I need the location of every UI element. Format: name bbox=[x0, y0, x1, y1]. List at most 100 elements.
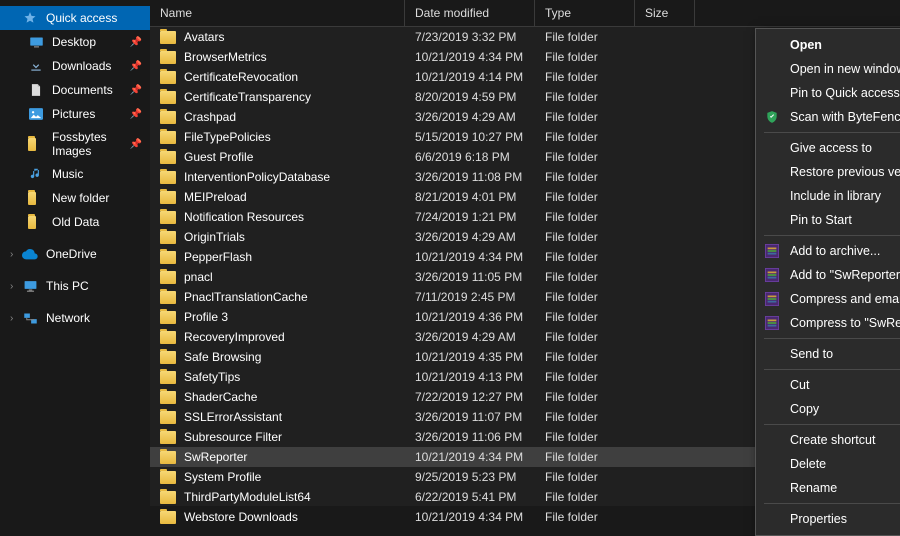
column-type[interactable]: Type bbox=[535, 0, 635, 26]
network-icon bbox=[22, 310, 38, 326]
file-name: System Profile bbox=[184, 470, 261, 484]
file-type: File folder bbox=[535, 348, 635, 366]
ctx-delete[interactable]: Delete bbox=[756, 452, 900, 476]
ctx-open[interactable]: Open bbox=[756, 33, 900, 57]
sidebar-item-label: Downloads bbox=[52, 59, 111, 73]
file-date: 10/21/2019 4:36 PM bbox=[405, 308, 535, 326]
item-icon bbox=[28, 58, 44, 74]
column-headers: Name Date modified Type Size bbox=[150, 0, 900, 27]
file-type: File folder bbox=[535, 428, 635, 446]
file-type: File folder bbox=[535, 508, 635, 526]
file-name: RecoveryImproved bbox=[184, 330, 285, 344]
file-type: File folder bbox=[535, 88, 635, 106]
item-icon bbox=[28, 214, 44, 230]
folder-icon bbox=[160, 351, 176, 364]
folder-icon bbox=[160, 251, 176, 264]
archive-icon bbox=[764, 315, 780, 331]
network-root[interactable]: › Network bbox=[0, 306, 150, 330]
ctx-pin-start[interactable]: Pin to Start bbox=[756, 208, 900, 232]
sidebar-item-label: Fossbytes Images bbox=[52, 130, 140, 158]
ctx-open-new-label: Open in new window bbox=[790, 62, 900, 76]
folder-icon bbox=[160, 151, 176, 164]
ctx-include-lib-label: Include in library bbox=[790, 189, 881, 203]
folder-icon bbox=[160, 211, 176, 224]
sidebar-item[interactable]: Pictures📌 bbox=[0, 102, 150, 126]
ctx-pin-quick-label: Pin to Quick access bbox=[790, 86, 900, 100]
sidebar-item[interactable]: Desktop📌 bbox=[0, 30, 150, 54]
ctx-properties-label: Properties bbox=[790, 512, 847, 526]
ctx-compress-rar-email[interactable]: Compress to "SwReporter.rar" and email bbox=[756, 311, 900, 335]
file-type: File folder bbox=[535, 268, 635, 286]
ctx-restore-label: Restore previous versions bbox=[790, 165, 900, 179]
file-name: Guest Profile bbox=[184, 150, 253, 164]
ctx-scan-label: Scan with ByteFence Anti-Malware... bbox=[790, 110, 900, 124]
ctx-add-archive-label: Add to archive... bbox=[790, 244, 880, 258]
file-name: Safe Browsing bbox=[184, 350, 261, 364]
file-type: File folder bbox=[535, 48, 635, 66]
sidebar-item[interactable]: Fossbytes Images📌 bbox=[0, 126, 150, 162]
onedrive-root[interactable]: › OneDrive bbox=[0, 242, 150, 266]
file-type: File folder bbox=[535, 368, 635, 386]
this-pc-root[interactable]: › This PC bbox=[0, 274, 150, 298]
ctx-add-archive[interactable]: Add to archive... bbox=[756, 239, 900, 263]
folder-icon bbox=[160, 51, 176, 64]
ctx-scan-bytefence[interactable]: Scan with ByteFence Anti-Malware... bbox=[756, 105, 900, 129]
ctx-pin-quick-access[interactable]: Pin to Quick access bbox=[756, 81, 900, 105]
file-name: pnacl bbox=[184, 270, 213, 284]
file-name: OriginTrials bbox=[184, 230, 245, 244]
ctx-copy[interactable]: Copy bbox=[756, 397, 900, 421]
folder-icon bbox=[160, 171, 176, 184]
quick-access-root[interactable]: Quick access bbox=[0, 6, 150, 30]
folder-icon bbox=[160, 451, 176, 464]
ctx-add-rar[interactable]: Add to "SwReporter.rar" bbox=[756, 263, 900, 287]
folder-icon bbox=[160, 491, 176, 504]
ctx-give-access[interactable]: Give access to❯ bbox=[756, 136, 900, 160]
ctx-restore-versions[interactable]: Restore previous versions bbox=[756, 160, 900, 184]
folder-icon bbox=[160, 131, 176, 144]
column-size[interactable]: Size bbox=[635, 0, 695, 26]
file-type: File folder bbox=[535, 148, 635, 166]
folder-icon bbox=[160, 471, 176, 484]
sidebar-item[interactable]: Music bbox=[0, 162, 150, 186]
column-date[interactable]: Date modified bbox=[405, 0, 535, 26]
ctx-rename[interactable]: Rename bbox=[756, 476, 900, 500]
ctx-include-library[interactable]: Include in library❯ bbox=[756, 184, 900, 208]
sidebar-item-label: Music bbox=[52, 167, 83, 181]
file-date: 3/26/2019 11:05 PM bbox=[405, 268, 535, 286]
file-name: ThirdPartyModuleList64 bbox=[184, 490, 311, 504]
column-name[interactable]: Name bbox=[150, 0, 405, 26]
ctx-open-new-window[interactable]: Open in new window bbox=[756, 57, 900, 81]
star-icon bbox=[22, 10, 38, 26]
separator bbox=[764, 338, 900, 339]
file-date: 6/6/2019 6:18 PM bbox=[405, 148, 535, 166]
cloud-icon bbox=[22, 246, 38, 262]
sidebar-item-label: New folder bbox=[52, 191, 109, 205]
item-icon bbox=[28, 82, 44, 98]
file-date: 8/20/2019 4:59 PM bbox=[405, 88, 535, 106]
file-name: Webstore Downloads bbox=[184, 510, 298, 524]
folder-icon bbox=[160, 191, 176, 204]
file-name: Avatars bbox=[184, 30, 224, 44]
file-name: Crashpad bbox=[184, 110, 236, 124]
sidebar-item[interactable]: New folder bbox=[0, 186, 150, 210]
ctx-properties[interactable]: Properties bbox=[756, 507, 900, 531]
sidebar-item[interactable]: Documents📌 bbox=[0, 78, 150, 102]
item-icon bbox=[28, 34, 44, 50]
file-date: 6/22/2019 5:41 PM bbox=[405, 488, 535, 506]
ctx-cut[interactable]: Cut bbox=[756, 373, 900, 397]
file-type: File folder bbox=[535, 68, 635, 86]
sidebar-item[interactable]: Downloads📌 bbox=[0, 54, 150, 78]
pin-icon: 📌 bbox=[130, 37, 142, 48]
ctx-create-shortcut[interactable]: Create shortcut bbox=[756, 428, 900, 452]
folder-icon bbox=[160, 511, 176, 524]
file-type: File folder bbox=[535, 488, 635, 506]
ctx-send-to[interactable]: Send to❯ bbox=[756, 342, 900, 366]
this-pc-label: This PC bbox=[46, 279, 89, 293]
ctx-compress-email[interactable]: Compress and email... bbox=[756, 287, 900, 311]
folder-icon bbox=[160, 91, 176, 104]
ctx-open-label: Open bbox=[790, 38, 822, 52]
folder-icon bbox=[160, 371, 176, 384]
folder-icon bbox=[160, 231, 176, 244]
file-type: File folder bbox=[535, 228, 635, 246]
sidebar-item[interactable]: Old Data bbox=[0, 210, 150, 234]
